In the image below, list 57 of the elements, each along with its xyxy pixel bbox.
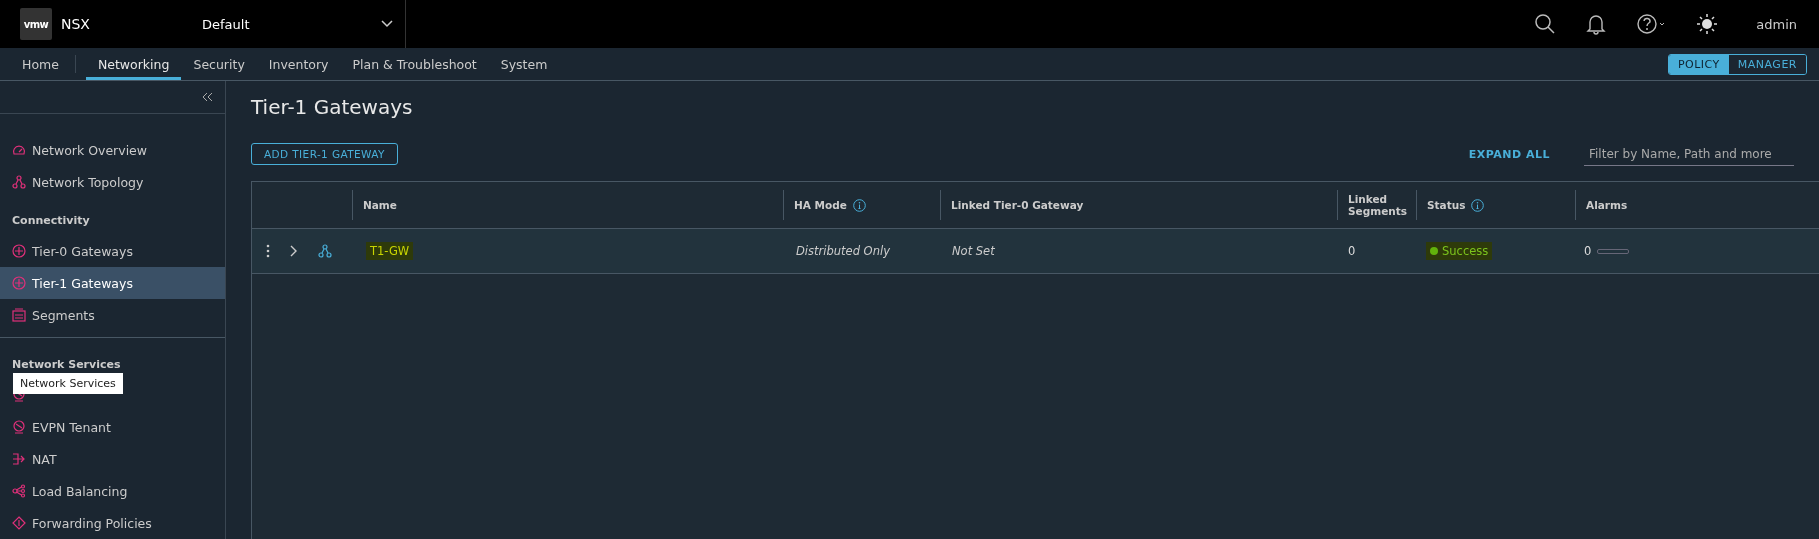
sun-icon[interactable] [1696,13,1719,35]
diamond-icon [12,516,26,530]
table-cell: 0 [1348,244,1356,258]
add-gateway-button[interactable]: ADD TIER-1 GATEWAY [251,143,398,165]
expand-icon[interactable] [290,245,298,257]
sidebar-item[interactable]: NAT [0,443,225,475]
section-heading: Network Services [11,357,122,373]
more-icon[interactable] [266,244,270,258]
gauge-icon [12,143,26,157]
filter-field[interactable]: Filter by Name, Path and more [1584,142,1794,166]
tooltip: Network Services [13,373,123,394]
bell-icon[interactable] [1586,13,1607,35]
table-cell: 0 [1584,244,1592,258]
nav-tab[interactable]: System [488,51,560,80]
sidebar-item[interactable]: EVPN Tenant [0,411,225,443]
table-cell: Not Set [952,244,995,258]
vmw-logo: vmw [20,8,52,40]
gateway-name[interactable]: T1-GW [366,242,414,260]
column-header: Status [1427,199,1466,211]
column-header: Alarms [1586,199,1628,211]
nav-tab[interactable]: Security [181,51,257,80]
vpn-icon [12,420,26,434]
share-icon [12,484,26,498]
expand-all-link[interactable]: EXPAND ALL [1462,146,1556,162]
sidebar-item[interactable]: Network Overview [0,134,225,166]
column-header: Linked Tier-0 Gateway [951,199,1084,211]
segments-icon [12,308,26,322]
sidebar-item[interactable]: Network Topology [0,166,225,198]
topology-icon [12,175,26,189]
search-icon[interactable] [1534,13,1557,35]
nav-tab[interactable]: Inventory [256,51,341,80]
column-header: Name [363,199,397,211]
status-indicator: Success [1426,242,1493,260]
chevron-down-icon [381,20,393,28]
gateway-icon [12,244,26,258]
mode-toggle[interactable]: POLICY [1668,54,1729,74]
gateway-icon [12,276,26,290]
info-icon[interactable] [852,198,866,212]
nav-tab[interactable]: Plan & Troubleshoot [340,51,489,80]
table-cell: Distributed Only [796,244,890,258]
sidebar-item[interactable]: Forwarding Policies [0,507,225,539]
collapse-icon[interactable] [201,92,213,102]
product-name: NSX [61,16,90,32]
user-name[interactable]: admin [1756,16,1797,32]
section-heading: Connectivity [11,213,91,229]
nav-tab[interactable]: Home [10,51,71,80]
column-header: HA Mode [794,199,847,211]
page-title: Tier-1 Gateways [251,95,414,119]
column-header: Linked Segments [1348,193,1408,217]
sidebar-item[interactable]: Tier-0 Gateways [0,235,225,267]
sidebar-item[interactable]: Tier-1 Gateways [0,267,225,299]
sidebar-item[interactable]: Load Balancing [0,475,225,507]
sidebar-item[interactable]: Segments [0,299,225,331]
info-icon[interactable] [1471,198,1485,212]
help-icon[interactable] [1636,13,1667,35]
topology-icon [318,244,332,258]
nat-icon [12,452,26,466]
